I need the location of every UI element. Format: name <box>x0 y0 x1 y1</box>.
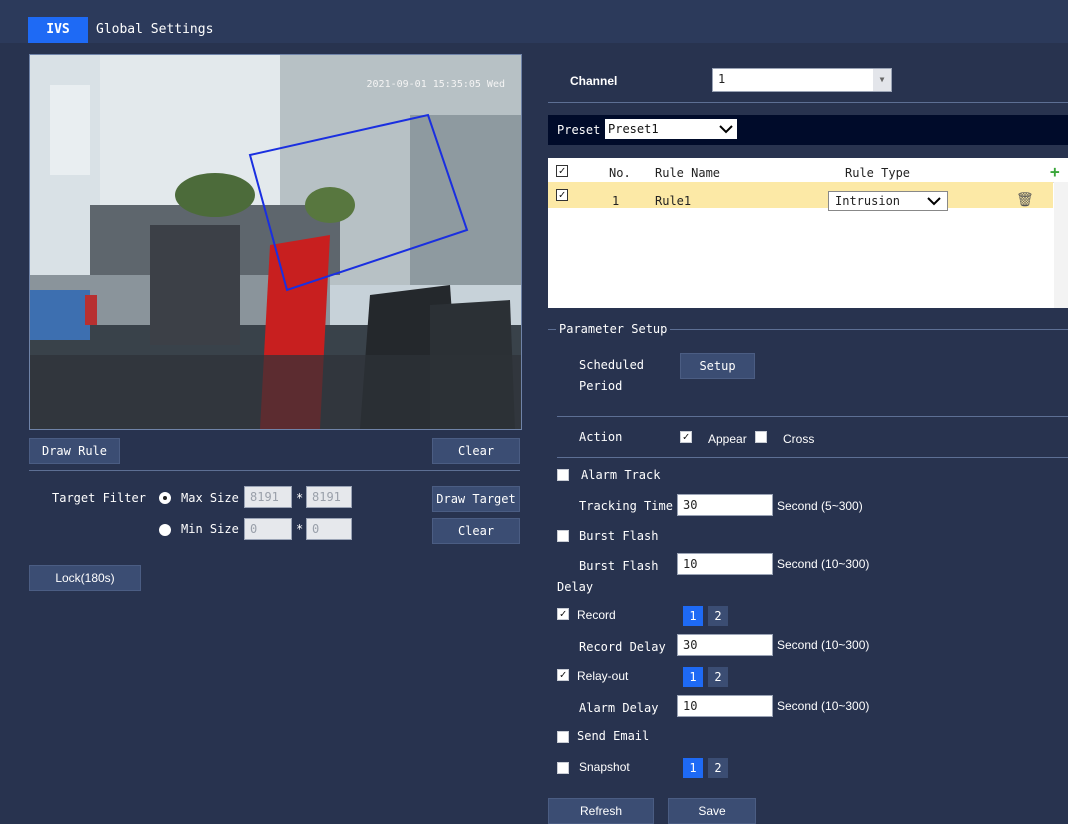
video-timestamp: 2021-09-01 15:35:05 Wed <box>366 79 505 90</box>
alarm-delay-field[interactable]: 10 <box>677 695 773 717</box>
appear-label: Appear <box>708 432 747 446</box>
record-channel-2[interactable]: 2 <box>708 606 728 626</box>
clear-target-button[interactable]: Clear <box>432 518 520 544</box>
tab-ivs[interactable]: IVS <box>28 17 88 43</box>
max-times-sign: * <box>296 491 304 505</box>
table-row[interactable] <box>548 182 1053 208</box>
record-label: Record <box>577 608 616 622</box>
left-divider <box>29 470 520 471</box>
alarm-track-checkbox[interactable] <box>557 469 569 481</box>
record-delay-unit: Second (10~300) <box>777 638 870 652</box>
channel-value: 1 <box>718 72 726 86</box>
table-scrollbar[interactable] <box>1054 182 1068 308</box>
send-email-label: Send Email <box>577 729 650 743</box>
relay-out-label: Relay-out <box>577 669 629 683</box>
select-all-checkbox[interactable]: ✓ <box>556 165 568 177</box>
save-button[interactable]: Save <box>668 798 756 824</box>
header-rule-type: Rule Type <box>845 166 911 180</box>
min-width-field[interactable]: 0 <box>244 518 292 540</box>
burst-flash-delay-field[interactable]: 10 <box>677 553 773 575</box>
chevron-down-icon <box>927 197 941 206</box>
camera-scene <box>30 55 521 429</box>
header-rule-name: Rule Name <box>655 166 721 180</box>
burst-flash-delay-label-1: Burst Flash <box>579 559 659 573</box>
delete-rule-icon[interactable]: 🗑 <box>1016 192 1034 208</box>
channel-select[interactable]: 1 ▼ <box>712 68 892 92</box>
scheduled-period-label-2: Period <box>579 379 623 393</box>
setup-button[interactable]: Setup <box>680 353 755 379</box>
min-height-field[interactable]: 0 <box>306 518 352 540</box>
action-label: Action <box>579 430 623 444</box>
cross-label: Cross <box>783 432 815 446</box>
preset-label: Preset <box>557 123 601 137</box>
min-times-sign: * <box>296 522 304 536</box>
chevron-down-icon: ▼ <box>873 69 891 91</box>
lock-button[interactable]: Lock(180s) <box>29 565 141 591</box>
record-checkbox[interactable]: ✓ <box>557 608 569 620</box>
tracking-time-label: Tracking Time <box>579 499 673 513</box>
video-preview[interactable]: 2021-09-01 15:35:05 Wed <box>29 54 522 430</box>
alarm-track-label: Alarm Track <box>581 468 661 482</box>
rules-table: ✓ No. Rule Name Rule Type + ✓ 1 Rule1 In… <box>548 158 1068 308</box>
send-email-checkbox[interactable] <box>557 731 569 743</box>
draw-rule-button[interactable]: Draw Rule <box>29 438 120 464</box>
snapshot-channel-1[interactable]: 1 <box>683 758 703 778</box>
record-delay-label: Record Delay <box>579 640 666 654</box>
channel-divider <box>548 102 1068 103</box>
max-size-radio[interactable] <box>159 492 171 504</box>
min-size-label: Min Size <box>181 522 239 536</box>
snapshot-checkbox[interactable] <box>557 762 569 774</box>
rule-type-value: Intrusion <box>835 194 901 208</box>
clear-rule-button[interactable]: Clear <box>432 438 520 464</box>
row-checkbox[interactable]: ✓ <box>556 189 568 201</box>
burst-flash-delay-label-2: Delay <box>557 580 594 594</box>
relay-out-checkbox[interactable]: ✓ <box>557 669 569 681</box>
target-filter-label: Target Filter <box>52 491 146 505</box>
max-size-label: Max Size <box>181 491 239 505</box>
tab-global-settings[interactable]: Global Settings <box>96 17 213 43</box>
snapshot-channel-2[interactable]: 2 <box>708 758 728 778</box>
refresh-button[interactable]: Refresh <box>548 798 654 824</box>
alarm-delay-label: Alarm Delay <box>579 701 659 715</box>
scheduled-period-label-1: Scheduled <box>579 358 645 372</box>
row-no: 1 <box>612 194 620 208</box>
max-height-field[interactable]: 8191 <box>306 486 352 508</box>
channel-label: Channel <box>570 74 618 88</box>
snapshot-label: Snapshot <box>579 760 630 774</box>
action-divider <box>557 457 1068 458</box>
tracking-time-field[interactable]: 30 <box>677 494 773 516</box>
rule-type-select[interactable]: Intrusion <box>828 191 948 211</box>
record-delay-field[interactable]: 30 <box>677 634 773 656</box>
row-rule-name[interactable]: Rule1 <box>655 194 691 208</box>
relay-channel-2[interactable]: 2 <box>708 667 728 687</box>
max-width-field[interactable]: 8191 <box>244 486 292 508</box>
alarm-delay-unit: Second (10~300) <box>777 699 870 713</box>
record-channel-1[interactable]: 1 <box>683 606 703 626</box>
tracking-time-unit: Second (5~300) <box>777 499 863 513</box>
header-no: No. <box>609 166 631 180</box>
appear-checkbox[interactable]: ✓ <box>680 431 692 443</box>
preset-value: Preset1 <box>608 122 659 136</box>
param-section-title: Parameter Setup <box>556 322 671 336</box>
chevron-down-icon <box>719 125 733 134</box>
cross-checkbox[interactable] <box>755 431 767 443</box>
draw-target-button[interactable]: Draw Target <box>432 486 520 512</box>
burst-flash-delay-unit: Second (10~300) <box>777 557 870 571</box>
min-size-radio[interactable] <box>159 524 171 536</box>
burst-flash-checkbox[interactable] <box>557 530 569 542</box>
add-rule-icon[interactable]: + <box>1050 162 1060 181</box>
preset-select[interactable]: Preset1 <box>605 119 737 139</box>
schedule-divider <box>557 416 1068 417</box>
relay-channel-1[interactable]: 1 <box>683 667 703 687</box>
burst-flash-label: Burst Flash <box>579 529 659 543</box>
